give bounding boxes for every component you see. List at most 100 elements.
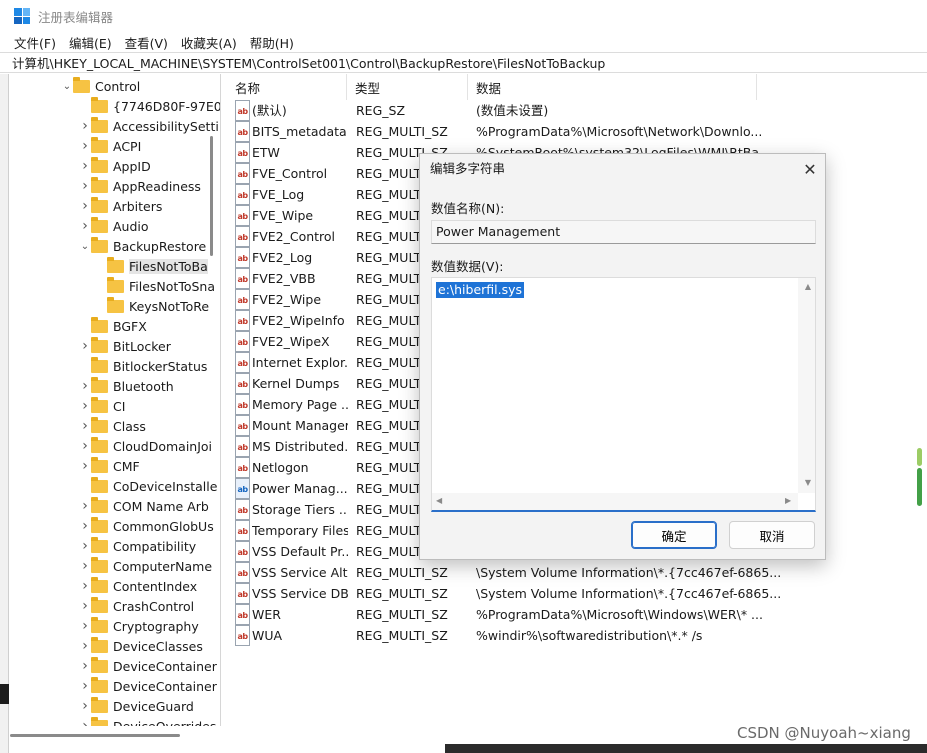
tree-item[interactable]: ⌄ Control	[61, 76, 140, 96]
chevron-right-icon[interactable]: ›	[79, 196, 91, 216]
menu-help[interactable]: 帮助(H)	[250, 33, 294, 52]
tree-item[interactable]: › Compatibility	[79, 536, 196, 556]
chevron-right-icon[interactable]: ›	[79, 676, 91, 696]
chevron-right-icon[interactable]: ›	[79, 716, 91, 726]
table-row[interactable]: ab WER REG_MULTI_SZ %ProgramData%\Microsoft…	[228, 604, 927, 625]
tree-item[interactable]: › ACPI	[79, 136, 141, 156]
chevron-down-icon[interactable]: ⌄	[79, 236, 91, 256]
tree-item[interactable]: › CloudDomainJoi	[79, 436, 212, 456]
tree-item[interactable]: › Cryptography	[79, 616, 199, 636]
row-name: FVE2_VBB	[252, 271, 316, 286]
chevron-right-icon[interactable]: ›	[79, 556, 91, 576]
tree-item[interactable]: › Bluetooth	[79, 376, 174, 396]
address-bar[interactable]: 计算机\HKEY_LOCAL_MACHINE\SYSTEM\ControlSet…	[0, 52, 927, 73]
tree-item[interactable]: › ComputerName	[79, 556, 212, 576]
binary-value-icon: ab	[235, 478, 250, 499]
watermark: CSDN @Nuyoah~xiang	[737, 724, 911, 742]
close-icon[interactable]: ✕	[795, 154, 825, 184]
table-row[interactable]: ab VSS Service DB REG_MULTI_SZ \System Volu…	[228, 583, 927, 604]
chevron-right-icon[interactable]: ›	[79, 696, 91, 716]
tree-item[interactable]: › AccessibilitySetti	[79, 116, 219, 136]
tree-item[interactable]: › DeviceClasses	[79, 636, 203, 656]
tree-item[interactable]: › BitLocker	[79, 336, 171, 356]
row-name: FVE_Log	[252, 187, 305, 202]
ok-button[interactable]: 确定	[631, 521, 717, 549]
chevron-right-icon[interactable]: ›	[79, 616, 91, 636]
tree-item-label: DeviceClasses	[113, 638, 203, 654]
tree-item[interactable]: › CMF	[79, 456, 140, 476]
menu-edit[interactable]: 编辑(E)	[69, 33, 112, 52]
tree-item[interactable]: › DeviceOverrides	[79, 716, 216, 726]
value-data-textarea[interactable]: e:\hiberfil.sys ▲ ▼ ◀ ▶	[431, 277, 816, 512]
chevron-right-icon[interactable]: ›	[79, 336, 91, 356]
tree-item[interactable]: › DeviceGuard	[79, 696, 194, 716]
column-header-type[interactable]: 类型	[348, 74, 468, 100]
chevron-right-icon[interactable]: ›	[79, 396, 91, 416]
textarea-horizontal-scrollbar[interactable]: ◀ ▶	[432, 493, 798, 510]
tree-item[interactable]: BGFX	[79, 316, 147, 336]
column-header-data[interactable]: 数据	[469, 74, 757, 100]
tree-item[interactable]: › Audio	[79, 216, 149, 236]
scroll-right-icon[interactable]: ▶	[785, 496, 791, 505]
chevron-right-icon[interactable]: ›	[79, 176, 91, 196]
tree-item[interactable]: › CrashControl	[79, 596, 194, 616]
table-row[interactable]: ab BITS_metadata REG_MULTI_SZ %ProgramData%…	[228, 121, 927, 142]
tree-item[interactable]: ⌄ BackupRestore	[79, 236, 206, 256]
scroll-up-icon[interactable]: ▲	[805, 282, 811, 291]
chevron-right-icon[interactable]: ›	[79, 656, 91, 676]
menu-bar: 文件(F) 编辑(E) 查看(V) 收藏夹(A) 帮助(H)	[0, 32, 927, 52]
tree-item[interactable]: › DeviceContainer	[79, 676, 217, 696]
chevron-right-icon[interactable]: ›	[79, 636, 91, 656]
tree-item[interactable]: BitlockerStatus	[79, 356, 207, 376]
chevron-right-icon[interactable]: ›	[79, 596, 91, 616]
chevron-right-icon[interactable]: ›	[79, 536, 91, 556]
background-taskbar-strip	[445, 744, 927, 753]
tree-item[interactable]: › DeviceContainer	[79, 656, 217, 676]
chevron-down-icon[interactable]: ⌄	[61, 76, 73, 96]
tree-item[interactable]: › COM Name Arb	[79, 496, 209, 516]
tree-item[interactable]: › Class	[79, 416, 146, 436]
table-row[interactable]: abVSS Service Alt... REG_MULTI_SZ \System …	[228, 562, 927, 583]
menu-view[interactable]: 查看(V)	[125, 33, 168, 52]
tree-item-label: Control	[95, 78, 141, 94]
table-row[interactable]: ab (默认) REG_SZ (数值未设置)	[228, 100, 927, 121]
chevron-right-icon[interactable]: ›	[79, 456, 91, 476]
tree-item[interactable]: › CommonGlobUs	[79, 516, 214, 536]
chevron-right-icon[interactable]: ›	[79, 376, 91, 396]
chevron-right-icon[interactable]: ›	[79, 516, 91, 536]
cancel-button[interactable]: 取消	[729, 521, 815, 549]
chevron-right-icon[interactable]: ›	[79, 116, 91, 136]
tree-item[interactable]: › AppReadiness	[79, 176, 201, 196]
row-name: BITS_metadata	[252, 124, 347, 139]
folder-icon	[91, 636, 108, 653]
scroll-left-icon[interactable]: ◀	[436, 496, 442, 505]
column-header-name[interactable]: 名称	[228, 74, 347, 100]
chevron-right-icon[interactable]: ›	[79, 436, 91, 456]
tree-vertical-scrollbar[interactable]	[210, 136, 213, 256]
chevron-right-icon[interactable]: ›	[79, 576, 91, 596]
table-row[interactable]: ab WUA REG_MULTI_SZ %windir%\softwaredistri…	[228, 625, 927, 646]
textarea-vertical-scrollbar[interactable]: ▲ ▼	[798, 278, 815, 493]
chevron-right-icon[interactable]: ›	[79, 496, 91, 516]
tree-horizontal-scrollbar[interactable]	[10, 734, 180, 737]
tree-item[interactable]: CoDeviceInstalle	[79, 476, 217, 496]
chevron-right-icon[interactable]: ›	[79, 416, 91, 436]
menu-favorites[interactable]: 收藏夹(A)	[181, 33, 237, 52]
tree-item-label: ACPI	[113, 138, 142, 154]
tree-item[interactable]: FilesNotToBa	[95, 256, 208, 276]
chevron-right-icon[interactable]: ›	[79, 216, 91, 236]
folder-icon	[91, 496, 108, 513]
tree-item[interactable]: › AppID	[79, 156, 151, 176]
tree-item[interactable]: › CI	[79, 396, 125, 416]
tree-item[interactable]: KeysNotToRe	[95, 296, 209, 316]
chevron-right-icon[interactable]: ›	[79, 136, 91, 156]
tree-item[interactable]: › ContentIndex	[79, 576, 197, 596]
tree-item[interactable]: › Arbiters	[79, 196, 162, 216]
chevron-right-icon[interactable]: ›	[79, 156, 91, 176]
tree-item[interactable]: {7746D80F-97E0	[79, 96, 220, 116]
menu-file[interactable]: 文件(F)	[14, 33, 56, 52]
tree-item[interactable]: FilesNotToSna	[95, 276, 215, 296]
scroll-down-icon[interactable]: ▼	[805, 478, 811, 487]
value-data-selected-text[interactable]: e:\hiberfil.sys	[436, 282, 525, 298]
key-tree[interactable]: ⌄ Control {7746D80F-97E0 › AccessibilitySett…	[9, 74, 221, 726]
